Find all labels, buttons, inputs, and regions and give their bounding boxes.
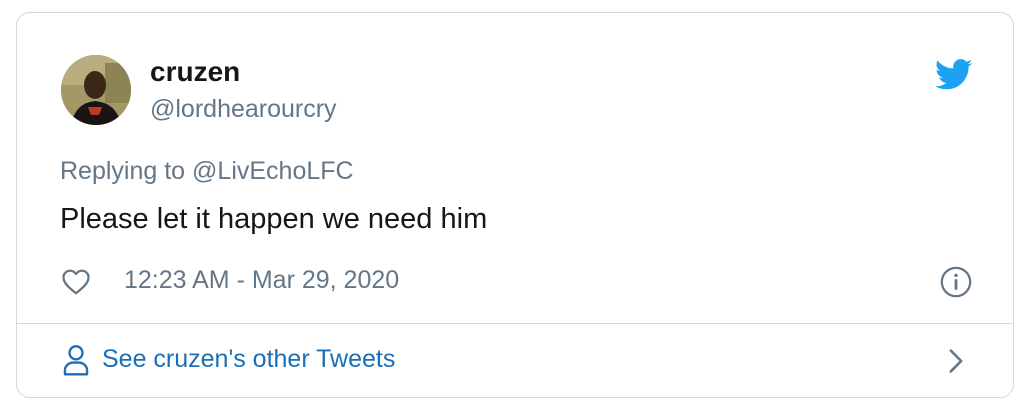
display-name[interactable]: cruzen [150, 55, 240, 89]
see-other-tweets-label[interactable]: See cruzen's other Tweets [102, 343, 395, 375]
chevron-right-icon[interactable] [947, 348, 965, 374]
tweet-text: Please let it happen we need him [60, 203, 488, 235]
reply-mention-link[interactable]: @LivEchoLFC [192, 157, 354, 185]
see-other-tweets-link[interactable]: See cruzen's other Tweets [17, 324, 1013, 398]
heart-icon[interactable] [61, 267, 91, 297]
twitter-bird-icon[interactable] [935, 59, 973, 91]
replying-to: Replying to @LivEchoLFC [60, 155, 354, 187]
tweet-timestamp[interactable]: 12:23 AM - Mar 29, 2020 [124, 264, 399, 296]
info-icon[interactable] [939, 265, 973, 299]
user-handle[interactable]: @lordhearourcry [150, 93, 337, 125]
tweet-card: cruzen @lordhearourcry Replying to @LivE… [16, 12, 1014, 398]
person-icon [63, 345, 89, 376]
replying-prefix: Replying to [60, 157, 193, 185]
avatar[interactable] [61, 55, 131, 125]
